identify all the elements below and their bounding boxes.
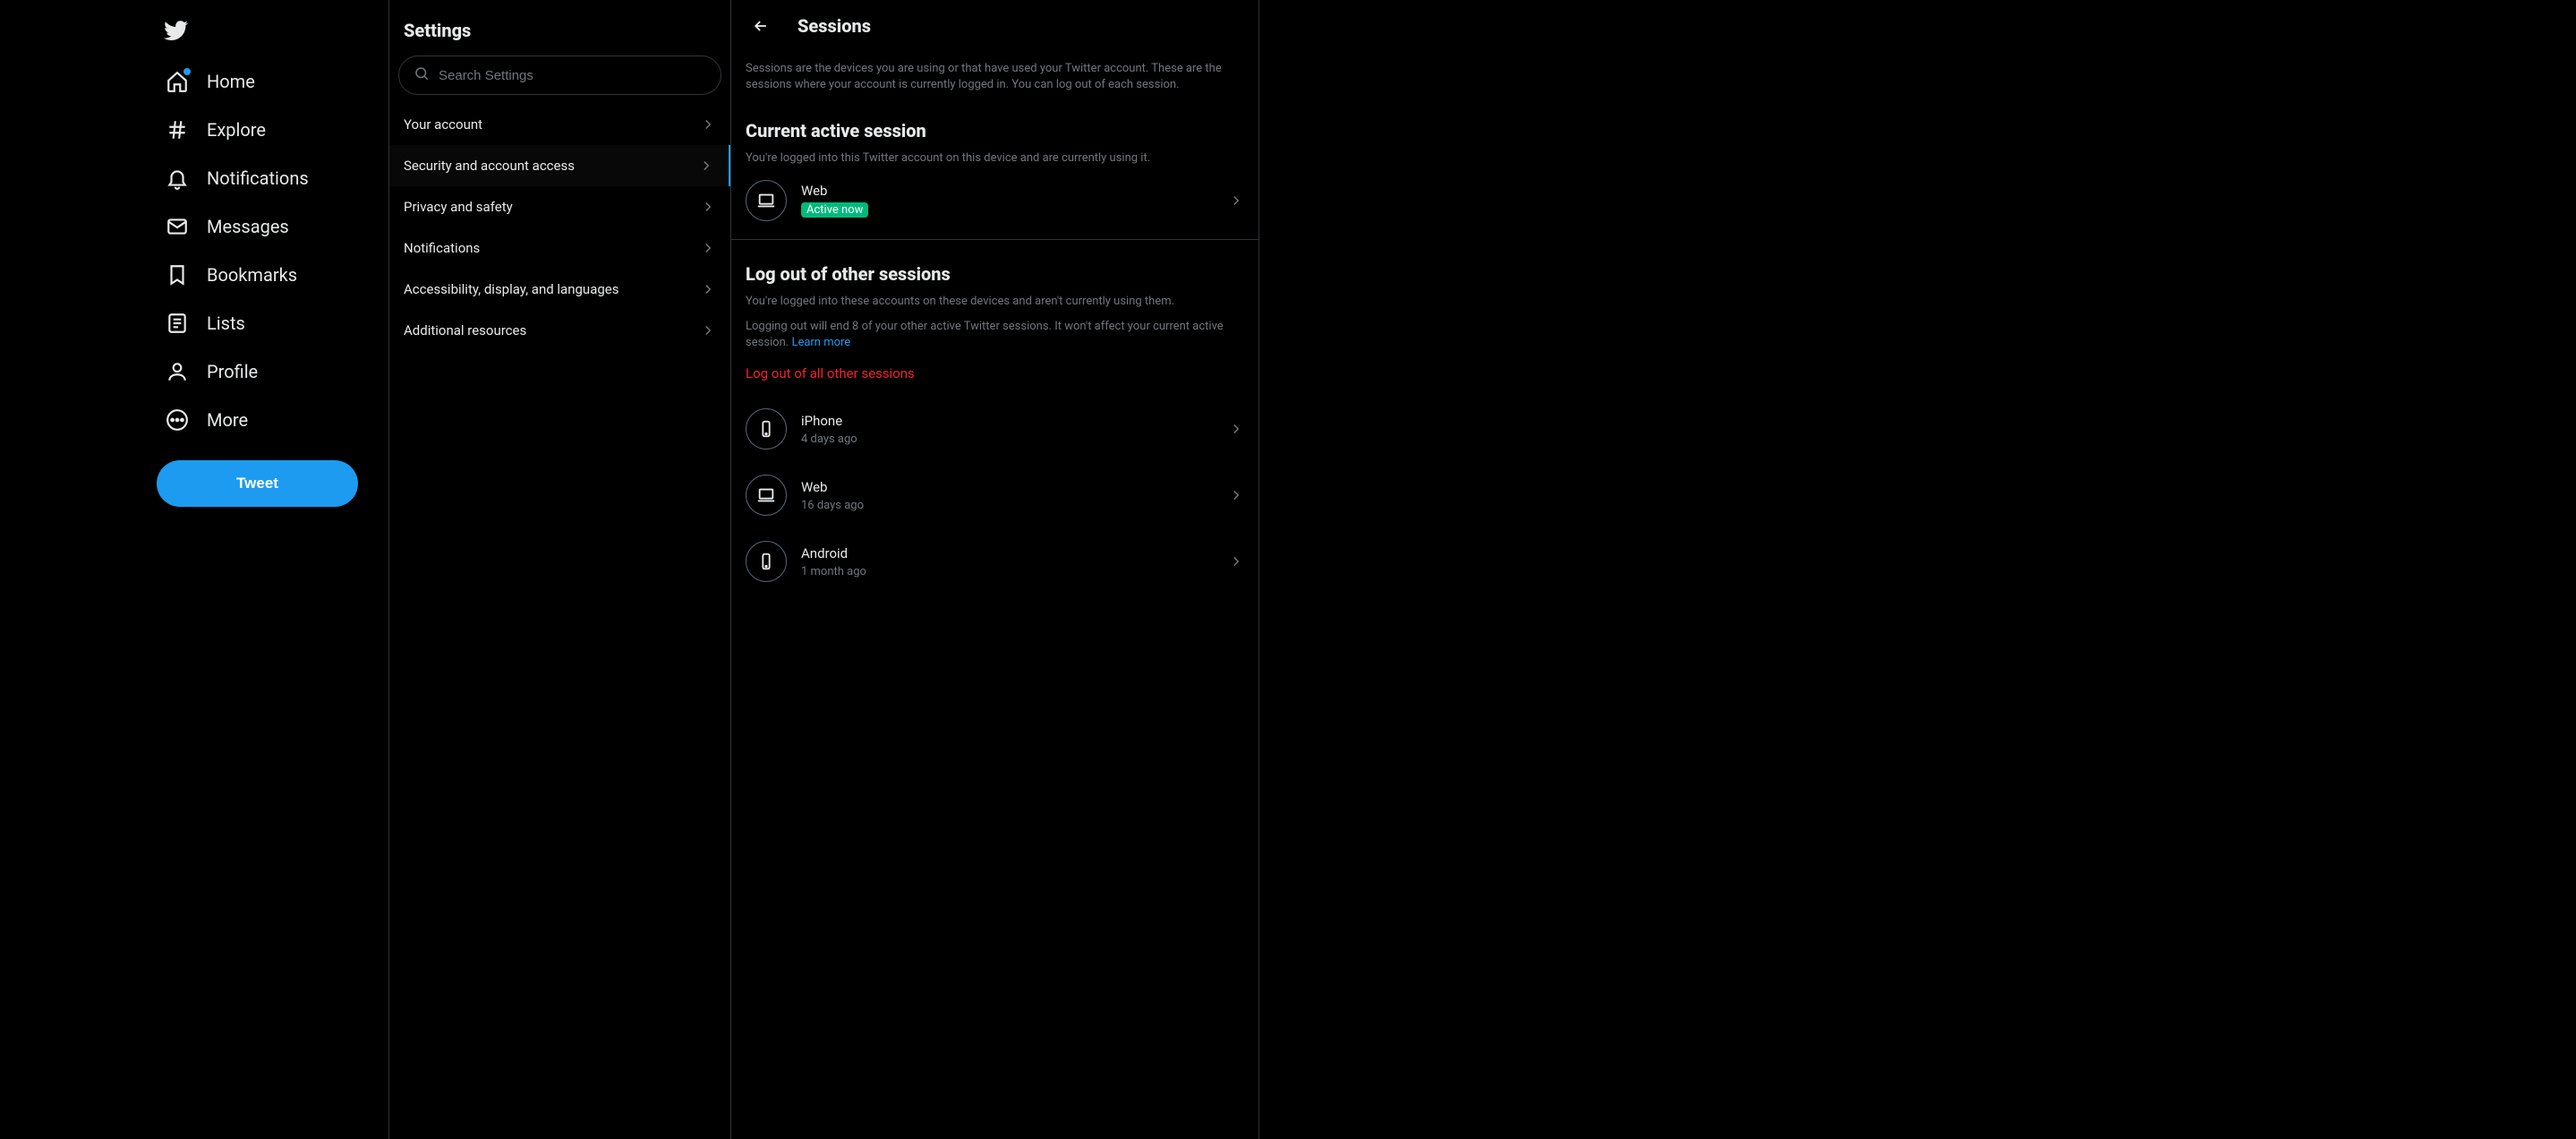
search-input[interactable] [439, 68, 706, 83]
detail-title: Sessions [798, 15, 871, 37]
twitter-logo[interactable] [157, 11, 388, 54]
search-icon [414, 65, 430, 85]
bookmark-icon [166, 263, 189, 287]
learn-more-link[interactable]: Learn more [791, 336, 850, 349]
bell-icon [166, 167, 189, 190]
current-session-desc: You're logged into this Twitter account … [746, 150, 1244, 167]
mail-icon [166, 215, 189, 238]
chevron-right-icon [700, 281, 716, 297]
nav-bookmarks[interactable]: Bookmarks [157, 251, 388, 299]
session-row[interactable]: Android 1 month ago [746, 528, 1244, 595]
session-name: iPhone [801, 413, 1214, 429]
search-box[interactable] [398, 56, 721, 95]
nav-label: Profile [207, 361, 258, 382]
active-badge: Active now [801, 202, 868, 218]
session-name: Android [801, 545, 1214, 561]
primary-sidebar: Home Explore Notifications Messages Book… [0, 0, 389, 1139]
settings-item-account[interactable]: Your account [389, 104, 730, 145]
current-session-row[interactable]: Web Active now [746, 167, 1244, 234]
chevron-right-icon [1228, 421, 1244, 437]
settings-title: Settings [389, 11, 730, 56]
settings-item-accessibility[interactable]: Accessibility, display, and languages [389, 269, 730, 310]
laptop-icon [746, 180, 787, 221]
chevron-right-icon [1228, 553, 1244, 570]
settings-item-label: Privacy and safety [404, 199, 513, 215]
nav-label: Notifications [207, 167, 309, 189]
nav-label: Messages [207, 216, 289, 237]
session-meta: 1 month ago [801, 565, 1214, 578]
session-name: Web [801, 479, 1214, 495]
chevron-right-icon [1228, 487, 1244, 503]
nav-messages[interactable]: Messages [157, 202, 388, 251]
divider [731, 239, 1258, 240]
logout-all-button[interactable]: Log out of all other sessions [746, 351, 1244, 396]
nav-profile[interactable]: Profile [157, 347, 388, 396]
home-icon [166, 70, 189, 93]
session-meta: 4 days ago [801, 432, 1214, 446]
nav-label: Lists [207, 313, 245, 334]
laptop-icon [746, 475, 787, 516]
settings-item-label: Your account [404, 116, 482, 133]
chevron-right-icon [700, 199, 716, 215]
chevron-right-icon [700, 322, 716, 338]
current-session-title: Current active session [746, 120, 1244, 141]
chevron-right-icon [700, 240, 716, 256]
session-row[interactable]: iPhone 4 days ago [746, 396, 1244, 462]
nav-label: More [207, 409, 248, 431]
detail-header: Sessions [731, 0, 1258, 52]
nav-notifications[interactable]: Notifications [157, 154, 388, 202]
detail-column: Sessions Sessions are the devices you ar… [731, 0, 1259, 1139]
session-meta: 16 days ago [801, 499, 1214, 512]
settings-item-additional[interactable]: Additional resources [389, 310, 730, 351]
tweet-button[interactable]: Tweet [157, 460, 358, 507]
phone-icon [746, 408, 787, 450]
nav-lists[interactable]: Lists [157, 299, 388, 347]
nav-more[interactable]: More [157, 396, 388, 444]
sessions-description: Sessions are the devices you are using o… [746, 52, 1244, 97]
chevron-right-icon [698, 158, 714, 174]
other-sessions-desc1: You're logged into these accounts on the… [746, 294, 1244, 310]
primary-nav: Home Explore Notifications Messages Book… [157, 57, 388, 444]
chevron-right-icon [700, 116, 716, 133]
nav-label: Home [207, 71, 255, 92]
nav-explore[interactable]: Explore [157, 106, 388, 154]
settings-item-label: Additional resources [404, 322, 526, 338]
settings-item-label: Notifications [404, 240, 480, 256]
settings-item-notifications[interactable]: Notifications [389, 227, 730, 269]
list-icon [166, 312, 189, 335]
hash-icon [166, 118, 189, 141]
settings-item-label: Accessibility, display, and languages [404, 281, 618, 297]
other-sessions-title: Log out of other sessions [746, 263, 1244, 285]
settings-list: Your account Security and account access… [389, 104, 730, 351]
settings-item-label: Security and account access [404, 158, 575, 174]
more-icon [166, 408, 189, 432]
session-row[interactable]: Web 16 days ago [746, 462, 1244, 528]
chevron-right-icon [1228, 193, 1244, 209]
nav-home[interactable]: Home [157, 57, 388, 106]
arrow-left-icon [752, 17, 770, 35]
settings-item-privacy[interactable]: Privacy and safety [389, 186, 730, 227]
nav-label: Explore [207, 119, 266, 141]
settings-column: Settings Your account Security and accou… [389, 0, 731, 1139]
session-name: Web [801, 183, 1214, 199]
profile-icon [166, 360, 189, 383]
settings-item-security[interactable]: Security and account access [389, 145, 730, 186]
new-indicator-dot [183, 68, 191, 75]
nav-label: Bookmarks [207, 264, 297, 286]
back-button[interactable] [746, 11, 776, 41]
other-sessions-desc2: Logging out will end 8 of your other act… [746, 319, 1244, 351]
phone-icon [746, 541, 787, 582]
